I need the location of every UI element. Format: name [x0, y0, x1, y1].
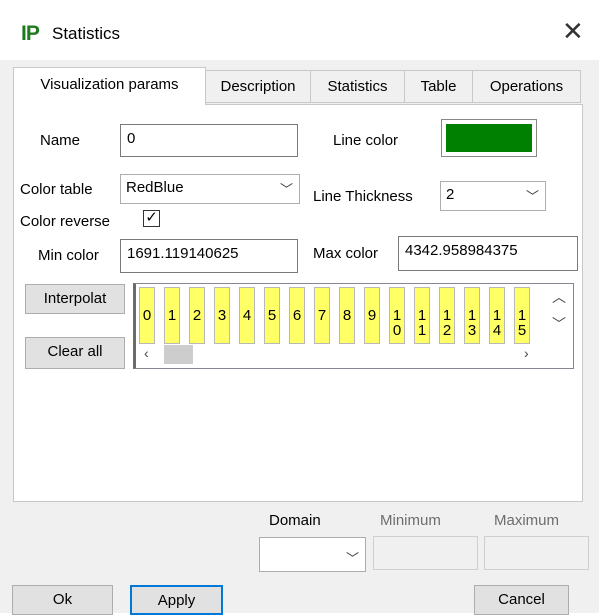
color-cell[interactable]: 3: [214, 287, 230, 344]
scroll-left-icon[interactable]: ‹: [144, 345, 149, 361]
line-thickness-label: Line Thickness: [313, 188, 413, 205]
chevron-down-icon: ﹀: [525, 189, 539, 204]
color-cell[interactable]: 8: [339, 287, 355, 344]
scroll-down-icon[interactable]: ﹀: [552, 314, 566, 334]
color-cell[interactable]: 0: [139, 287, 155, 344]
color-reverse-label: Color reverse: [20, 213, 111, 230]
scroll-up-icon[interactable]: ︿: [552, 287, 566, 307]
max-color-field[interactable]: 4342.958984375: [398, 236, 578, 271]
line-thickness-value: 2: [446, 186, 455, 203]
domain-select[interactable]: ﹀: [259, 537, 366, 572]
color-cell[interactable]: 2: [189, 287, 205, 344]
minimum-field: [373, 536, 478, 570]
tab-operations[interactable]: Operations: [472, 70, 581, 103]
interpolate-button[interactable]: Interpolat: [25, 284, 125, 314]
color-reverse-checkbox[interactable]: ✓: [143, 210, 160, 227]
clear-all-button[interactable]: Clear all: [25, 337, 125, 369]
maximum-field: [484, 536, 589, 570]
tab-description[interactable]: Description: [205, 70, 311, 103]
name-field[interactable]: 0: [120, 124, 298, 157]
line-color-button[interactable]: [441, 119, 537, 157]
color-cell[interactable]: 1 0: [389, 287, 405, 344]
color-cell[interactable]: 9: [364, 287, 380, 344]
color-cell[interactable]: 6: [289, 287, 305, 344]
app-logo: IP: [21, 22, 40, 45]
color-cell[interactable]: 1 2: [439, 287, 455, 344]
name-label: Name: [40, 132, 81, 149]
title-bar: IP Statistics ✕: [0, 0, 599, 60]
color-cell[interactable]: 1 5: [514, 287, 530, 344]
color-cell[interactable]: 7: [314, 287, 330, 344]
min-color-field[interactable]: 1691.119140625: [120, 239, 298, 273]
close-icon[interactable]: ✕: [562, 18, 584, 44]
tab-table[interactable]: Table: [404, 70, 473, 103]
max-color-label: Max color: [313, 245, 379, 262]
color-cell[interactable]: 5: [264, 287, 280, 344]
window-title: Statistics: [52, 24, 121, 43]
horizontal-scroll-thumb[interactable]: [164, 345, 193, 364]
color-cell[interactable]: 1 3: [464, 287, 480, 344]
color-table-value: RedBlue: [126, 179, 184, 196]
apply-button[interactable]: Apply: [130, 585, 223, 615]
line-color-label: Line color: [333, 132, 399, 149]
domain-label: Domain: [269, 512, 321, 529]
minimum-label: Minimum: [380, 512, 441, 529]
color-table-select[interactable]: RedBlue ﹀: [120, 174, 300, 204]
color-cell-grid[interactable]: 0123456789 1 0 1 1 1 2 1 3 1 4 1 5: [133, 283, 574, 369]
color-table-label: Color table: [20, 181, 93, 198]
ok-button[interactable]: Ok: [12, 585, 113, 615]
color-cell[interactable]: 1 1: [414, 287, 430, 344]
tab-statistics[interactable]: Statistics: [310, 70, 405, 103]
maximum-label: Maximum: [494, 512, 560, 529]
min-color-label: Min color: [38, 247, 99, 264]
color-cell[interactable]: 4: [239, 287, 255, 344]
cancel-button[interactable]: Cancel: [474, 585, 569, 615]
chevron-down-icon: ﹀: [345, 551, 359, 566]
scroll-right-icon[interactable]: ›: [524, 345, 529, 361]
line-color-swatch: [446, 124, 532, 152]
color-cell[interactable]: 1 4: [489, 287, 505, 344]
tab-visualization-params[interactable]: Visualization params: [13, 67, 206, 105]
color-cell[interactable]: 1: [164, 287, 180, 344]
line-thickness-select[interactable]: 2 ﹀: [440, 181, 546, 211]
chevron-down-icon: ﹀: [279, 182, 293, 197]
